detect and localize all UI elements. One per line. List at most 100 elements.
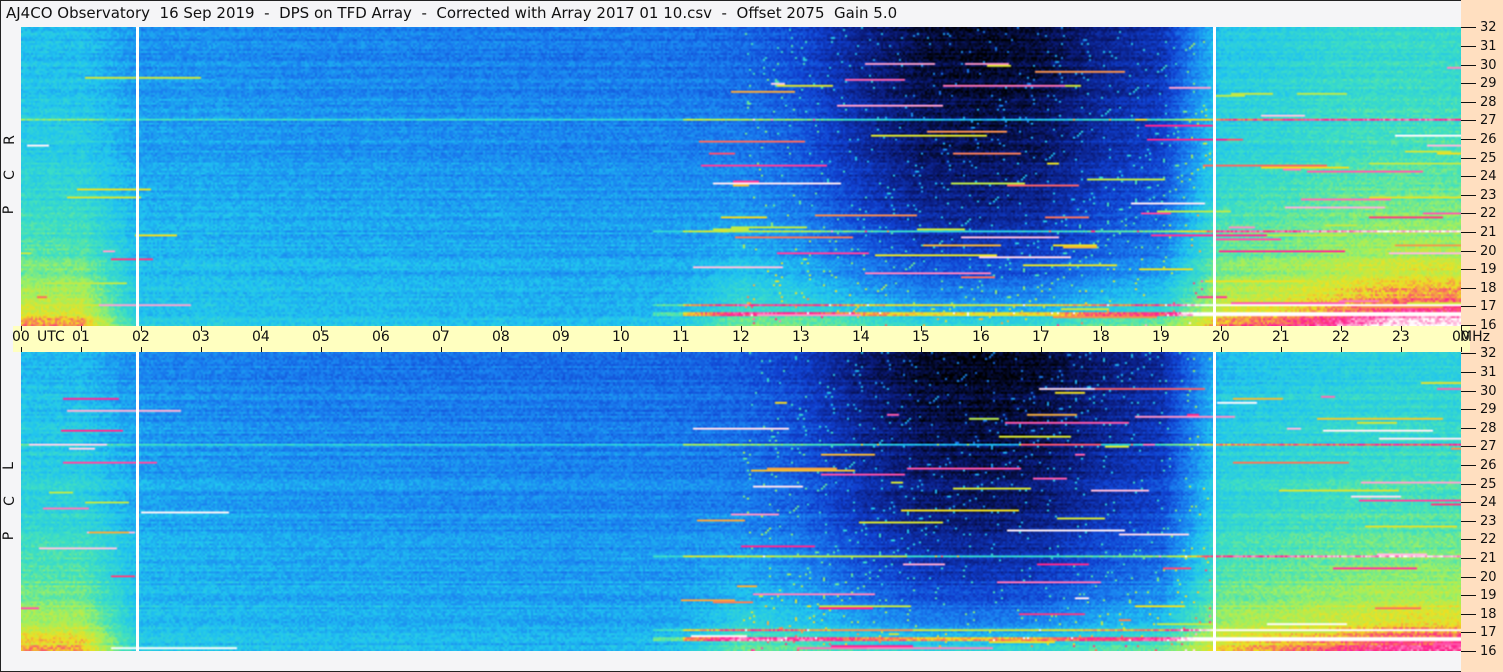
lcp-freq-tick-label: 17 (1480, 625, 1497, 640)
time-tick-label: 05 (312, 329, 330, 345)
lcp-freq-tick-label: 22 (1480, 532, 1497, 547)
time-tick-label: 08 (492, 329, 510, 345)
lcp-freq-tick (1461, 502, 1476, 503)
rcp-freq-tick (1461, 325, 1476, 326)
lcp-freq-tick (1461, 577, 1476, 578)
rcp-panel-letter: P (1, 205, 18, 215)
gap-marker (1213, 27, 1217, 326)
time-tick-label: 11 (672, 329, 690, 345)
time-tick-label: 19 (1152, 329, 1170, 345)
rcp-freq-tick-label: 25 (1480, 151, 1497, 166)
lcp-freq-tick (1461, 632, 1476, 633)
rcp-panel-letter: C (1, 170, 18, 180)
lcp-freq-tick-label: 30 (1480, 384, 1497, 399)
lcp-freq-tick-label: 32 (1480, 346, 1497, 361)
lcp-freq-tick-label: 21 (1480, 551, 1497, 566)
rcp-freq-tick (1461, 27, 1476, 28)
rcp-freq-tick-label: 21 (1480, 225, 1497, 240)
chart-title: AJ4CO Observatory 16 Sep 2019 - DPS on T… (6, 4, 898, 22)
time-tick (81, 347, 82, 352)
rcp-freq-tick (1461, 158, 1476, 159)
time-tick-label: 20 (1212, 329, 1230, 345)
rcp-freq-tick (1461, 213, 1476, 214)
lcp-panel-letter: L (0, 462, 17, 470)
time-tick (681, 347, 682, 352)
rcp-freq-tick-label: 16 (1480, 318, 1497, 333)
rcp-freq-tick-label: 18 (1480, 281, 1497, 296)
time-tick (621, 347, 622, 352)
lcp-freq-tick (1461, 614, 1476, 615)
rcp-spectrogram (21, 27, 1461, 326)
rcp-freq-tick (1461, 306, 1476, 307)
time-tick (381, 347, 382, 352)
time-tick (141, 347, 142, 352)
time-tick-label: 01 (72, 329, 90, 345)
gap-marker (1213, 352, 1217, 651)
time-tick (1221, 347, 1222, 352)
rcp-freq-tick-label: 20 (1480, 244, 1497, 259)
time-tick (1161, 347, 1162, 352)
lcp-freq-tick-label: 25 (1480, 477, 1497, 492)
time-tick (981, 347, 982, 352)
time-tick (1281, 347, 1282, 352)
time-tick-label: 00 (12, 329, 30, 345)
time-tick-label: 16 (972, 329, 990, 345)
lcp-freq-tick-label: 16 (1480, 644, 1497, 659)
time-tick (921, 347, 922, 352)
lcp-freq-tick (1461, 651, 1476, 652)
time-tick (441, 347, 442, 352)
lcp-panel-letter: P (1, 531, 18, 541)
time-tick (1341, 347, 1342, 352)
time-tick (1401, 347, 1402, 352)
time-tick (1041, 347, 1042, 352)
lcp-freq-tick (1461, 409, 1476, 410)
time-tick (1101, 347, 1102, 352)
time-tick (741, 347, 742, 352)
time-tick (321, 347, 322, 352)
lcp-freq-tick (1461, 391, 1476, 392)
rcp-freq-tick (1461, 195, 1476, 196)
rcp-freq-tick (1461, 139, 1476, 140)
rcp-freq-tick-label: 23 (1480, 188, 1497, 203)
rcp-freq-tick-label: 29 (1480, 76, 1497, 91)
time-tick-label: 14 (852, 329, 870, 345)
lcp-freq-tick-label: 23 (1480, 514, 1497, 529)
lcp-freq-tick (1461, 595, 1476, 596)
rcp-freq-tick (1461, 46, 1476, 47)
rcp-freq-tick (1461, 176, 1476, 177)
lcp-freq-tick (1461, 558, 1476, 559)
time-tick-label: 09 (552, 329, 570, 345)
lcp-freq-tick-label: 29 (1480, 402, 1497, 417)
time-tick (861, 347, 862, 352)
time-tick-label: 17 (1032, 329, 1050, 345)
gap-marker (136, 352, 140, 651)
rcp-freq-tick-label: 22 (1480, 206, 1497, 221)
rcp-freq-tick-label: 27 (1480, 113, 1497, 128)
lcp-freq-tick (1461, 484, 1476, 485)
rcp-freq-tick (1461, 65, 1476, 66)
lcp-freq-tick-label: 20 (1480, 570, 1497, 585)
rcp-freq-tick (1461, 102, 1476, 103)
rcp-freq-tick (1461, 251, 1476, 252)
time-tick (21, 347, 22, 352)
rcp-freq-tick-label: 19 (1480, 262, 1497, 277)
time-tick-label: 06 (372, 329, 390, 345)
lcp-freq-tick (1461, 353, 1476, 354)
lcp-freq-tick (1461, 372, 1476, 373)
lcp-freq-tick-label: 18 (1480, 607, 1497, 622)
lcp-freq-tick-label: 28 (1480, 421, 1497, 436)
lcp-freq-tick (1461, 539, 1476, 540)
time-tick-label: 22 (1332, 329, 1350, 345)
rcp-freq-tick-label: 17 (1480, 299, 1497, 314)
rcp-freq-tick (1461, 269, 1476, 270)
time-tick-label: 13 (792, 329, 810, 345)
lcp-panel-letter: C (1, 496, 18, 506)
time-tick (561, 347, 562, 352)
time-tick-label: 03 (192, 329, 210, 345)
time-tick (501, 347, 502, 352)
lcp-freq-tick (1461, 428, 1476, 429)
rcp-freq-tick-label: 30 (1480, 58, 1497, 73)
time-tick (261, 347, 262, 352)
time-tick-label: 12 (732, 329, 750, 345)
time-tick (801, 347, 802, 352)
